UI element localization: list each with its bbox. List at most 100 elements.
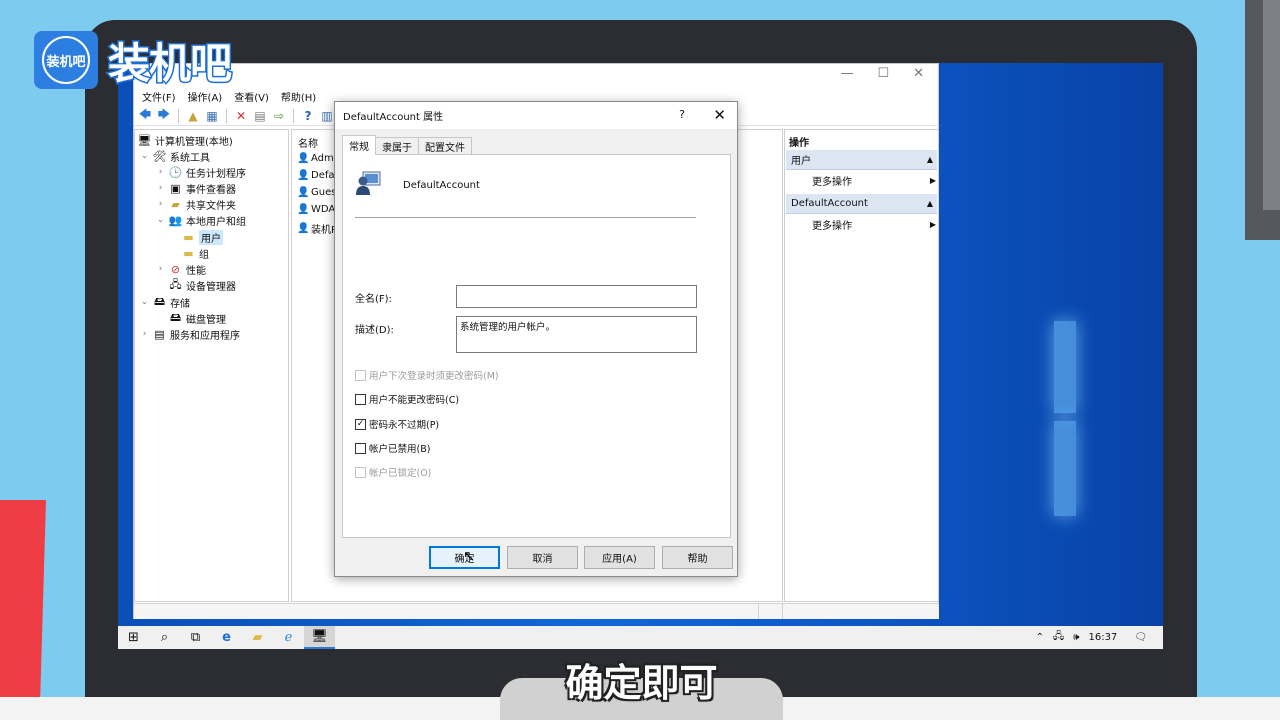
tab-profile[interactable]: 配置文件 bbox=[418, 137, 472, 155]
network-icon[interactable]: 🖧 bbox=[1053, 629, 1064, 646]
notification-icon[interactable]: 🗨 bbox=[1134, 632, 1147, 643]
general-tab-panel: DefaultAccount 全名(F): 描述(D): 系统管理的用户帐户。 … bbox=[342, 154, 731, 538]
computer-management-taskbar-icon[interactable]: 🖥 bbox=[304, 626, 335, 649]
windows-logo-decoration bbox=[1054, 321, 1076, 516]
tree-item-storage[interactable]: ⌄ 🖴 存储 bbox=[140, 294, 190, 310]
chevron-down-icon[interactable]: ⌄ bbox=[156, 215, 165, 225]
checkbox-password-never-expires[interactable]: ✓ 密码永不过期(P) bbox=[355, 417, 439, 431]
edge-icon[interactable]: e bbox=[211, 626, 242, 649]
internet-explorer-icon[interactable]: ℯ bbox=[273, 626, 304, 649]
apply-button[interactable]: 应用(A) bbox=[584, 546, 655, 569]
status-divider bbox=[782, 604, 783, 619]
volume-icon[interactable]: 🕪 bbox=[1073, 632, 1079, 643]
checkbox-cannot-change-password[interactable]: 用户不能更改密码(C) bbox=[355, 392, 459, 406]
show-hidden-icons[interactable]: ⌃ bbox=[1036, 632, 1044, 643]
menu-view[interactable]: 查看(V) bbox=[234, 89, 269, 104]
menu-help[interactable]: 帮助(H) bbox=[281, 89, 316, 104]
tree-item-event-viewer[interactable]: › ▣ 事件查看器 bbox=[156, 180, 236, 196]
fullname-field[interactable] bbox=[456, 285, 697, 308]
tree-item-task-scheduler[interactable]: › 🕒 任务计划程序 bbox=[156, 164, 246, 180]
checkbox-box[interactable] bbox=[355, 369, 366, 381]
checkbox-box[interactable] bbox=[355, 466, 366, 478]
dialog-close-icon[interactable]: ✕ bbox=[713, 106, 726, 124]
tab-member-of[interactable]: 隶属于 bbox=[375, 137, 419, 155]
show-tree-icon[interactable]: ▦ bbox=[204, 108, 220, 124]
forward-icon[interactable]: 🡆 bbox=[156, 107, 172, 124]
export-icon[interactable]: ⇨ bbox=[271, 108, 287, 124]
services-icon: ▤ bbox=[154, 327, 165, 341]
start-icon[interactable]: ⊞ bbox=[118, 626, 149, 649]
collapse-icon[interactable]: ▲ bbox=[927, 155, 933, 164]
chevron-right-icon[interactable]: › bbox=[156, 183, 165, 193]
menu-action[interactable]: 操作(A) bbox=[188, 89, 223, 104]
tree-item-groups[interactable]: ▬ 组 bbox=[182, 245, 209, 261]
back-icon[interactable]: 🡄 bbox=[137, 107, 153, 124]
chevron-right-icon[interactable]: › bbox=[156, 264, 165, 274]
description-field[interactable]: 系统管理的用户帐户。 bbox=[456, 316, 697, 353]
checkbox-must-change-password[interactable]: 用户下次登录时须更改密码(M) bbox=[355, 368, 499, 382]
collapse-icon[interactable]: ▲ bbox=[927, 199, 933, 208]
checkmark-icon[interactable]: ✓ bbox=[355, 418, 366, 430]
actions-section-users[interactable]: 用户 ▲ bbox=[786, 150, 937, 170]
search-icon[interactable]: ⌕ bbox=[149, 626, 180, 649]
close-icon[interactable]: ✕ bbox=[913, 66, 924, 81]
chevron-right-icon[interactable]: › bbox=[156, 167, 165, 177]
dialog-help-icon[interactable]: ? bbox=[679, 108, 685, 121]
chevron-down-icon[interactable]: ⌄ bbox=[140, 297, 149, 307]
list-item[interactable]: 👤 WDA bbox=[297, 204, 335, 215]
list-item[interactable]: 👤 装机R bbox=[297, 221, 338, 236]
list-item[interactable]: 👤 Admi bbox=[297, 153, 337, 164]
tree-item-users[interactable]: ▬ 用户 bbox=[182, 229, 223, 245]
checkbox-box[interactable] bbox=[355, 393, 366, 405]
tab-general[interactable]: 常规 bbox=[342, 135, 376, 155]
event-viewer-icon: ▣ bbox=[170, 181, 181, 195]
system-tray: ⌃ 🖧 🕪 16:37 🗨 bbox=[1036, 629, 1163, 646]
status-divider bbox=[758, 604, 759, 619]
task-view-icon[interactable]: ⧉ bbox=[180, 626, 211, 649]
chevron-down-icon[interactable]: ⌄ bbox=[140, 151, 149, 161]
tree-item-device-manager[interactable]: 🖧 设备管理器 bbox=[169, 277, 236, 293]
clock[interactable]: 16:37 bbox=[1088, 632, 1117, 643]
action-pane-icon[interactable]: ▥ bbox=[319, 108, 335, 124]
computer-icon: 🖥 bbox=[137, 133, 152, 147]
maximize-icon[interactable]: ☐ bbox=[877, 66, 889, 81]
menu-file[interactable]: 文件(F) bbox=[142, 89, 176, 104]
user-icon: 👤 bbox=[297, 223, 310, 234]
actions-title: 操作 bbox=[789, 138, 809, 149]
storage-icon: 🖴 bbox=[153, 294, 166, 308]
tree-item-disk-management[interactable]: 🖴 磁盘管理 bbox=[169, 310, 226, 326]
shared-folder-icon: ▰ bbox=[171, 197, 180, 211]
checkbox-account-locked[interactable]: 帐户已锁定(O) bbox=[355, 465, 431, 479]
help-icon[interactable]: ? bbox=[300, 108, 316, 124]
tree-item-services-applications[interactable]: › ▤ 服务和应用程序 bbox=[140, 326, 240, 342]
list-item[interactable]: 👤 Gues bbox=[297, 187, 336, 198]
brand-name: 装机吧 bbox=[106, 37, 233, 89]
more-actions-item[interactable]: 更多操作 ▶ bbox=[812, 173, 936, 188]
column-header-name[interactable]: 名称 bbox=[298, 135, 318, 150]
chevron-right-icon[interactable]: › bbox=[156, 199, 165, 209]
file-explorer-icon[interactable]: ▰ bbox=[242, 626, 273, 649]
window-controls: — ☐ ✕ bbox=[840, 66, 924, 81]
user-account-icon bbox=[356, 171, 381, 195]
checkbox-box[interactable] bbox=[355, 442, 366, 454]
list-item[interactable]: 👤 Defa bbox=[297, 170, 335, 181]
up-folder-icon[interactable]: ▲ bbox=[185, 108, 201, 124]
delete-icon[interactable]: ✕ bbox=[233, 108, 249, 124]
minimize-icon[interactable]: — bbox=[840, 66, 853, 81]
help-button[interactable]: 帮助 bbox=[662, 546, 733, 569]
red-decoration bbox=[0, 500, 46, 720]
properties-icon[interactable]: ▤ bbox=[252, 108, 268, 124]
cancel-button[interactable]: 取消 bbox=[507, 546, 578, 569]
tree-item-local-users-groups[interactable]: ⌄ 👥 本地用户和组 bbox=[156, 212, 246, 228]
tree-item-system-tools[interactable]: ⌄ 🛠 系统工具 bbox=[140, 148, 210, 164]
checkbox-account-disabled[interactable]: 帐户已禁用(B) bbox=[355, 441, 430, 455]
dialog-title-bar: DefaultAccount 属性 ? ✕ bbox=[335, 102, 737, 129]
tree-item-computer-management[interactable]: 🖥 计算机管理(本地) bbox=[138, 132, 233, 148]
tree-item-shared-folders[interactable]: › ▰ 共享文件夹 bbox=[156, 196, 236, 212]
actions-pane: 操作 用户 ▲ 更多操作 ▶ DefaultAccount ▲ 更多操作 ▶ bbox=[784, 129, 939, 602]
brand-logo: 装机吧 装机吧 bbox=[34, 31, 234, 89]
more-actions-item[interactable]: 更多操作 ▶ bbox=[812, 217, 936, 232]
actions-section-defaultaccount[interactable]: DefaultAccount ▲ bbox=[786, 194, 937, 214]
description-label: 描述(D): bbox=[355, 325, 394, 336]
chevron-right-icon[interactable]: › bbox=[140, 329, 149, 339]
